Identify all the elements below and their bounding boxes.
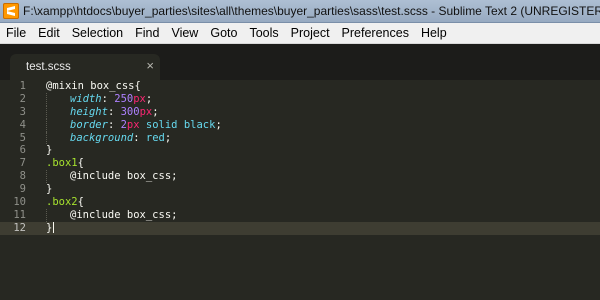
- line-number: 9: [19, 183, 26, 196]
- line-number: 2: [19, 92, 26, 105]
- code-token: height: [70, 105, 108, 118]
- line-number: 7: [19, 157, 26, 170]
- code-token: :: [133, 131, 146, 144]
- code-token: .box1: [46, 157, 78, 170]
- code-token: ;: [164, 131, 172, 144]
- sublime-app-icon[interactable]: [3, 3, 19, 19]
- close-icon[interactable]: ×: [146, 58, 154, 74]
- indent-guide: [46, 105, 70, 119]
- sublime-window: F:\xampp\htdocs\buyer_parties\sites\all\…: [0, 0, 600, 300]
- code-line[interactable]: 10 .box2{: [0, 196, 600, 209]
- line-number: 6: [19, 144, 26, 157]
- menu-selection[interactable]: Selection: [66, 23, 129, 43]
- indent-guide: [46, 208, 70, 222]
- code-text: height: 300px;: [46, 105, 159, 119]
- code-text: width: 250px;: [46, 92, 153, 106]
- title-bar[interactable]: F:\xampp\htdocs\buyer_parties\sites\all\…: [0, 0, 600, 23]
- code-text: }: [46, 221, 55, 235]
- text-cursor: [53, 222, 55, 234]
- code-token: @include box_css;: [70, 208, 178, 221]
- code-token: px: [139, 105, 153, 118]
- tab-test-scss[interactable]: test.scss ×: [10, 54, 160, 80]
- menu-find[interactable]: Find: [129, 23, 165, 43]
- menu-project[interactable]: Project: [285, 23, 336, 43]
- indent-guide: [46, 131, 70, 145]
- code-text: }: [46, 183, 52, 196]
- menu-tools[interactable]: Tools: [243, 23, 284, 43]
- code-line[interactable]: 7 .box1{: [0, 157, 600, 170]
- code-token: :: [107, 105, 121, 118]
- code-line[interactable]: 2 width: 250px;: [0, 92, 600, 106]
- code-text: @mixin box_css{: [46, 80, 141, 93]
- menu-help[interactable]: Help: [415, 23, 453, 43]
- code-token: :: [101, 92, 115, 105]
- code-line[interactable]: 3 height: 300px;: [0, 105, 600, 119]
- code-line[interactable]: 5 background: red;: [0, 131, 600, 145]
- code-token: {: [77, 157, 84, 170]
- code-token: red: [145, 131, 165, 144]
- menu-view[interactable]: View: [165, 23, 204, 43]
- code-line[interactable]: 11 @include box_css;: [0, 208, 600, 222]
- code-token: :: [107, 118, 121, 131]
- code-token: {: [77, 196, 84, 209]
- code-line[interactable]: 6}: [0, 144, 600, 157]
- code-line[interactable]: 12}: [0, 221, 600, 235]
- menu-file[interactable]: File: [0, 23, 32, 43]
- code-line[interactable]: 1 @mixin box_css{: [0, 80, 600, 93]
- code-token: }: [46, 183, 53, 196]
- line-number: 11: [13, 208, 26, 221]
- code-token: background: [70, 131, 134, 144]
- code-token: px: [126, 118, 140, 131]
- menu-edit[interactable]: Edit: [32, 23, 66, 43]
- code-token: }: [46, 144, 53, 157]
- code-text: .box1{: [46, 157, 84, 170]
- indent-guide: [46, 170, 70, 184]
- line-number: 12: [13, 221, 26, 234]
- menu-preferences[interactable]: Preferences: [336, 23, 415, 43]
- menu-goto[interactable]: Goto: [204, 23, 243, 43]
- code-line[interactable]: 8 @include box_css;: [0, 170, 600, 184]
- indent-guide: [46, 92, 70, 106]
- code-text: @include box_css;: [46, 170, 178, 184]
- code-line[interactable]: 4 border: 2px solid black;: [0, 118, 600, 132]
- code-token: ;: [145, 92, 153, 105]
- line-number: 3: [19, 105, 26, 118]
- line-number: 10: [13, 196, 26, 209]
- code-text: .box2{: [46, 196, 84, 209]
- code-token: 250: [114, 92, 134, 105]
- tab-bar: test.scss ×: [0, 44, 600, 80]
- line-number: 4: [19, 118, 26, 131]
- line-number: 5: [19, 131, 26, 144]
- code-text: }: [46, 144, 52, 157]
- code-token: px: [133, 92, 146, 105]
- code-token: border: [70, 118, 108, 131]
- indent-guide: [46, 118, 70, 132]
- code-text: background: red;: [46, 131, 172, 145]
- code-token: }: [46, 221, 53, 234]
- tab-label: test.scss: [26, 61, 71, 73]
- code-token: @include box_css;: [70, 170, 178, 183]
- code-editor[interactable]: 1 @mixin box_css{2 width: 250px; 3 height: 3…: [0, 80, 600, 300]
- code-token: @mixin box_css{: [46, 80, 141, 92]
- line-number: 1: [19, 80, 26, 92]
- code-token: ;: [152, 105, 159, 118]
- code-token: width: [70, 92, 102, 105]
- code-token: .box2: [46, 196, 78, 209]
- window-title: F:\xampp\htdocs\buyer_parties\sites\all\…: [23, 4, 600, 18]
- line-number: 8: [19, 170, 26, 183]
- code-text: border: 2px solid black;: [46, 118, 222, 132]
- code-token: ;: [215, 118, 222, 131]
- code-text: @include box_css;: [46, 208, 178, 222]
- code-token: 300: [120, 105, 140, 118]
- code-line[interactable]: 9}: [0, 183, 600, 196]
- code-token: solid black: [139, 118, 216, 131]
- menu-bar: File Edit Selection Find View Goto Tools…: [0, 23, 600, 44]
